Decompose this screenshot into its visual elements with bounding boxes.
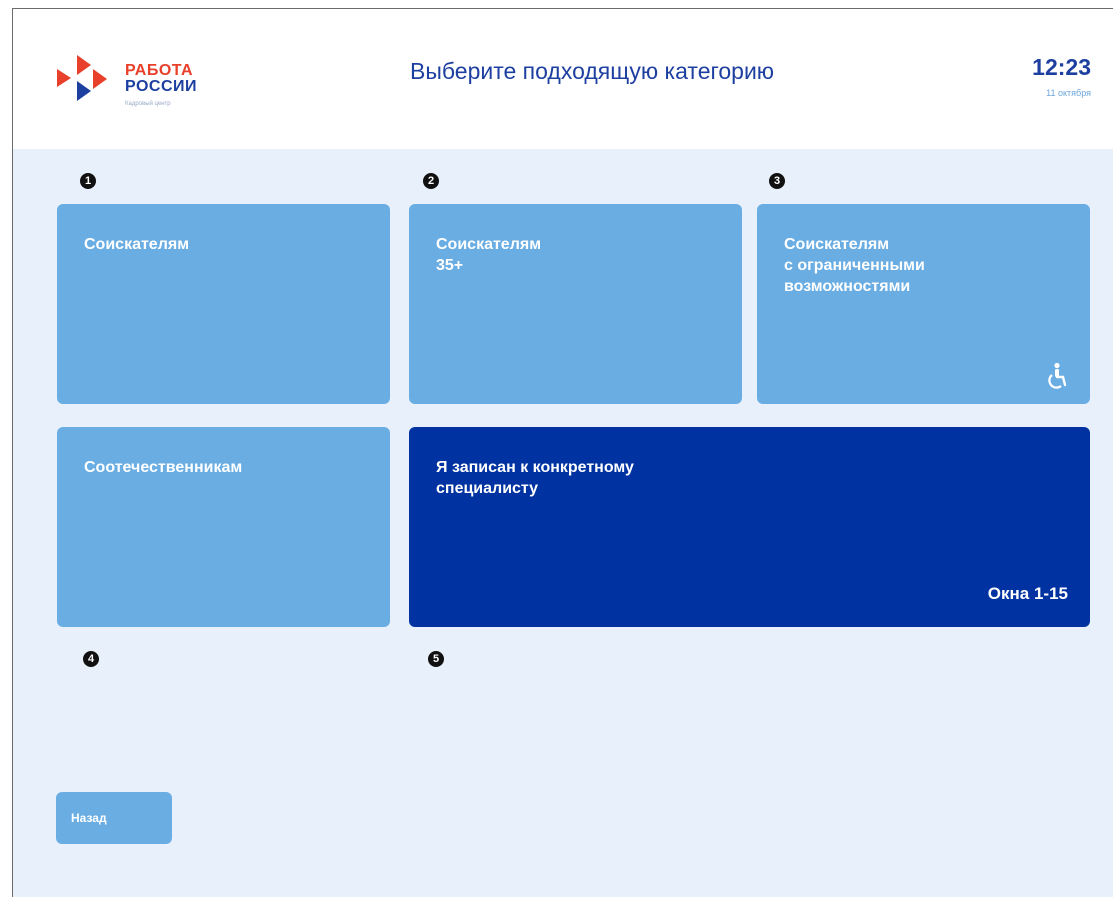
marker-3: 3 bbox=[769, 173, 785, 189]
marker-5: 5 bbox=[428, 651, 444, 667]
tile-job-seekers-disabilities[interactable]: Соискателям с ограниченными возможностям… bbox=[757, 204, 1090, 404]
tile-job-seekers[interactable]: Соискателям bbox=[57, 204, 390, 404]
kiosk-screen: РАБОТА РОССИИ Кадровый центр Выберите по… bbox=[12, 8, 1113, 897]
logo-line-1: РАБОТА bbox=[125, 62, 194, 79]
logo-mark-icon bbox=[57, 55, 107, 101]
tile-compatriots-label: Соотечественникам bbox=[84, 459, 243, 476]
tile-job-seekers-label: Соискателям bbox=[84, 236, 190, 253]
marker-1: 1 bbox=[80, 173, 96, 189]
accessibility-icon bbox=[1048, 362, 1067, 389]
back-button[interactable]: Назад bbox=[56, 792, 172, 844]
tile-booked-specialist-label: Я записан к конкретному специалисту bbox=[436, 459, 634, 497]
windows-range-label: Окна 1-15 bbox=[987, 584, 1068, 603]
tile-booked-specialist[interactable]: Я записан к конкретному специалисту Окна… bbox=[409, 427, 1090, 627]
marker-2: 2 bbox=[423, 173, 439, 189]
logo-wordmark: РАБОТА РОССИИ bbox=[125, 63, 197, 95]
header: РАБОТА РОССИИ Кадровый центр Выберите по… bbox=[13, 9, 1113, 149]
page-title: Выберите подходящую категорию bbox=[410, 58, 775, 84]
tile-job-seekers-35-plus[interactable]: Соискателям 35+ bbox=[409, 204, 742, 404]
clock-date: 11 октября bbox=[1046, 88, 1091, 98]
clock-time: 12:23 bbox=[1032, 54, 1091, 80]
tile-compatriots[interactable]: Соотечественникам bbox=[57, 427, 390, 627]
logo-line-2: РОССИИ bbox=[125, 78, 198, 95]
tile-job-seekers-35-plus-label: Соискателям 35+ bbox=[436, 236, 542, 274]
rabota-rossii-logo: РАБОТА РОССИИ Кадровый центр bbox=[55, 53, 245, 123]
category-area: 1 2 3 Соискателям Соискателям 35+ Соиска… bbox=[13, 149, 1113, 897]
logo-subtitle: Кадровый центр bbox=[125, 101, 171, 107]
tile-job-seekers-disabilities-label: Соискателям с ограниченными возможностям… bbox=[784, 236, 925, 295]
marker-4: 4 bbox=[83, 651, 99, 667]
